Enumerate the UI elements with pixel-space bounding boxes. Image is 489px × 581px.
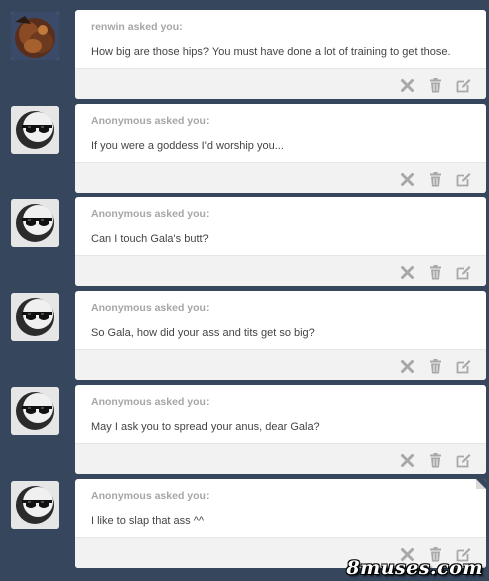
question-text: Can I touch Gala's butt?: [91, 233, 209, 245]
trash-icon[interactable]: [427, 452, 444, 469]
ask-feed: renwin asked you: How big are those hips…: [0, 0, 489, 581]
trash-icon[interactable]: [427, 171, 444, 188]
anonymous-sunglasses-avatar[interactable]: [11, 293, 59, 341]
asker-label: Anonymous asked you:: [91, 208, 210, 220]
close-icon[interactable]: [399, 77, 416, 94]
edit-icon[interactable]: [455, 452, 472, 469]
ask-card: Anonymous asked you: I like to slap that…: [75, 479, 486, 568]
site-watermark: 8muses.com: [346, 557, 483, 579]
anonymous-sunglasses-avatar[interactable]: [11, 481, 59, 529]
asker-label: Anonymous asked you:: [91, 302, 210, 314]
character-avatar[interactable]: [11, 12, 59, 60]
ask-post: Anonymous asked you: If you were a godde…: [0, 94, 489, 193]
question-text: If you were a goddess I'd worship you...: [91, 140, 284, 152]
ask-post: renwin asked you: How big are those hips…: [0, 0, 489, 99]
trash-icon[interactable]: [427, 77, 444, 94]
edit-icon[interactable]: [455, 358, 472, 375]
edit-icon[interactable]: [455, 264, 472, 281]
question-text: So Gala, how did your ass and tits get s…: [91, 327, 315, 339]
close-icon[interactable]: [399, 452, 416, 469]
asker-label[interactable]: renwin asked you:: [91, 21, 470, 33]
close-icon[interactable]: [399, 358, 416, 375]
anonymous-sunglasses-avatar[interactable]: [11, 106, 59, 154]
ask-card: Anonymous asked you: So Gala, how did yo…: [75, 291, 486, 380]
trash-icon[interactable]: [427, 264, 444, 281]
page-fold-corner: [476, 479, 486, 489]
ask-card: Anonymous asked you: Can I touch Gala's …: [75, 197, 486, 286]
edit-icon[interactable]: [455, 171, 472, 188]
edit-icon[interactable]: [455, 77, 472, 94]
anonymous-sunglasses-avatar[interactable]: [11, 199, 59, 247]
anonymous-sunglasses-avatar[interactable]: [11, 387, 59, 435]
ask-card: Anonymous asked you: If you were a godde…: [75, 104, 486, 193]
ask-post: Anonymous asked you: Can I touch Gala's …: [0, 187, 489, 286]
asker-label: Anonymous asked you:: [91, 115, 210, 127]
close-icon[interactable]: [399, 171, 416, 188]
question-text: May I ask you to spread your anus, dear …: [91, 421, 320, 433]
ask-post: Anonymous asked you: So Gala, how did yo…: [0, 281, 489, 380]
asker-label: Anonymous asked you:: [91, 490, 210, 502]
question-text: How big are those hips? You must have do…: [91, 46, 451, 58]
ask-post: Anonymous asked you: May I ask you to sp…: [0, 375, 489, 474]
ask-card: Anonymous asked you: May I ask you to sp…: [75, 385, 486, 474]
ask-card: renwin asked you: How big are those hips…: [75, 10, 486, 99]
trash-icon[interactable]: [427, 358, 444, 375]
ask-post: Anonymous asked you: I like to slap that…: [0, 469, 489, 568]
asker-label: Anonymous asked you:: [91, 396, 210, 408]
question-text: I like to slap that ass ^^: [91, 515, 205, 527]
close-icon[interactable]: [399, 264, 416, 281]
